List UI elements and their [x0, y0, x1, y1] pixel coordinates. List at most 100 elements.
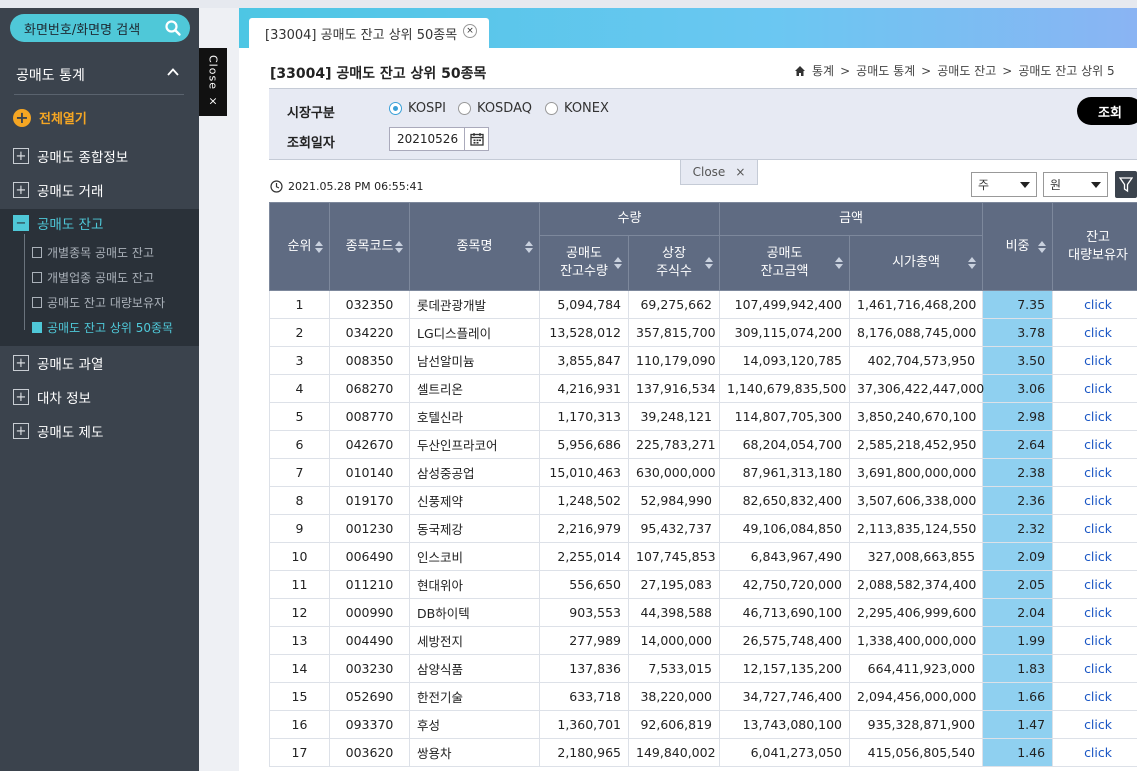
holder-link[interactable]: click	[1052, 402, 1137, 431]
cell-qty: 1,170,313	[539, 402, 629, 431]
sidebar-close-tab[interactable]: Close ×	[199, 48, 227, 116]
timestamp-text: 2021.05.28 PM 06:55:41	[288, 180, 424, 193]
radio-konex[interactable]: KONEX	[545, 101, 609, 116]
breadcrumb-item[interactable]: 공매도 잔고 상위 5	[1018, 62, 1114, 79]
holder-link[interactable]: click	[1052, 738, 1137, 767]
submenu-item-sector-balance[interactable]: 개별업종 공매도 잔고	[32, 265, 154, 289]
holder-link[interactable]: click	[1052, 710, 1137, 739]
expand-all-button[interactable]: + 전체열기	[13, 108, 87, 127]
search-icon[interactable]	[163, 18, 183, 38]
holder-link[interactable]: click	[1052, 514, 1137, 543]
cell-rank: 11	[269, 570, 330, 599]
holder-link[interactable]: click	[1052, 654, 1137, 683]
header-code[interactable]: 종목코드	[329, 202, 410, 291]
holder-link[interactable]: click	[1052, 318, 1137, 347]
breadcrumb-separator: >	[840, 63, 851, 78]
cell-name: 한전기술	[409, 682, 540, 711]
holder-link[interactable]: click	[1052, 346, 1137, 375]
holder-link[interactable]: click	[1052, 598, 1137, 627]
filter-icon	[1119, 176, 1133, 192]
expand-all-label: 전체열기	[39, 112, 87, 127]
tab-33004[interactable]: [33004] 공매도 잔고 상위 50종목	[249, 18, 489, 48]
cell-amt: 82,650,832,400	[719, 486, 851, 515]
tree-line	[24, 234, 25, 330]
holder-link[interactable]: click	[1052, 486, 1137, 515]
unit-select[interactable]: 원	[1043, 172, 1108, 197]
header-market-cap[interactable]: 시가총액	[849, 235, 984, 291]
submenu-item-large-holders[interactable]: 공매도 잔고 대량보유자	[32, 290, 165, 314]
holder-link[interactable]: click	[1052, 682, 1137, 711]
cell-qty: 1,360,701	[539, 710, 629, 739]
header-name[interactable]: 종목명	[409, 202, 540, 291]
cell-cap: 415,056,805,540	[849, 738, 984, 767]
header-short-qty[interactable]: 공매도 잔고수량	[539, 235, 629, 291]
cell-amt: 42,750,720,000	[719, 570, 851, 599]
radio-kosdaq[interactable]: KOSDAQ	[458, 101, 532, 116]
cell-shares: 95,432,737	[627, 514, 721, 543]
menu-item-overheat[interactable]: + 공매도 과열	[0, 348, 199, 378]
cell-code: 000990	[329, 598, 410, 627]
cell-code: 019170	[329, 486, 410, 515]
header-ratio[interactable]: 비중	[982, 202, 1054, 291]
header-short-amount[interactable]: 공매도 잔고금액	[719, 235, 851, 291]
filter-button[interactable]	[1115, 171, 1137, 198]
cell-code: 003620	[329, 738, 410, 767]
query-button[interactable]: 조회	[1077, 97, 1137, 125]
cell-rank: 17	[269, 738, 330, 767]
table-row: 10 006490 인스코비 2,255,014 107,745,853 6,843,96…	[269, 542, 1137, 571]
menu-label: 대차 정보	[37, 391, 91, 407]
breadcrumb-item[interactable]: 공매도 잔고	[937, 62, 996, 79]
cell-rank: 3	[269, 346, 330, 375]
cell-shares: 27,195,083	[627, 570, 721, 599]
breadcrumb-item[interactable]: 통계	[812, 62, 834, 79]
holder-link[interactable]: click	[1052, 626, 1137, 655]
header-listed-shares[interactable]: 상장 주식수	[627, 235, 721, 291]
cell-ratio: 1.46	[982, 738, 1054, 767]
submenu-item-stock-balance[interactable]: 개별종목 공매도 잔고	[32, 240, 154, 264]
cell-rank: 13	[269, 626, 330, 655]
header-rank[interactable]: 순위	[269, 202, 330, 291]
menu-item-balance[interactable]: − 공매도 잔고	[0, 209, 199, 237]
radio-kospi[interactable]: KOSPI	[389, 101, 446, 116]
tab-close-icon[interactable]: ×	[463, 24, 477, 38]
cell-rank: 8	[269, 486, 330, 515]
screen-search-input[interactable]: 화면번호/화면명 검색	[10, 14, 190, 42]
holder-link[interactable]: click	[1052, 290, 1137, 319]
cell-name: 롯데관광개발	[409, 290, 540, 319]
breadcrumb-item[interactable]: 공매도 통계	[856, 62, 915, 79]
chevron-up-icon[interactable]	[166, 65, 180, 79]
period-select[interactable]: 주	[971, 172, 1037, 197]
search-placeholder: 화면번호/화면명 검색	[24, 22, 141, 38]
main-content: [33004] 공매도 잔고 상위 50종목 통계 > 공매도 통계 > 공매도…	[239, 48, 1137, 771]
cell-cap: 2,295,406,999,600	[849, 598, 984, 627]
cell-amt: 13,743,080,100	[719, 710, 851, 739]
menu-label: 공매도 제도	[37, 425, 104, 441]
date-label: 조회일자	[287, 136, 335, 151]
cell-code: 011210	[329, 570, 410, 599]
holder-link[interactable]: click	[1052, 430, 1137, 459]
cell-shares: 38,220,000	[627, 682, 721, 711]
minus-box-icon: −	[13, 215, 29, 231]
tab-label: [33004] 공매도 잔고 상위 50종목	[265, 27, 458, 43]
holder-link[interactable]: click	[1052, 542, 1137, 571]
section-title: 공매도 통계	[16, 68, 85, 84]
cell-rank: 1	[269, 290, 330, 319]
menu-item-lending[interactable]: + 대차 정보	[0, 382, 199, 412]
menu-item-rules[interactable]: + 공매도 제도	[0, 416, 199, 446]
filter-close-button[interactable]: Close ×	[680, 160, 758, 185]
cell-name: 삼성중공업	[409, 458, 540, 487]
header-label: 상장 주식수	[656, 246, 692, 279]
menu-item-summary[interactable]: + 공매도 종합정보	[0, 141, 199, 171]
table-row: 2 034220 LG디스플레이 13,528,012 357,815,700 309,1…	[269, 318, 1137, 347]
holder-link[interactable]: click	[1052, 570, 1137, 599]
submenu-label: 공매도 잔고 대량보유자	[47, 295, 166, 310]
sort-icon	[1038, 240, 1047, 253]
date-input[interactable]: 20210526	[389, 127, 465, 151]
holder-link[interactable]: click	[1052, 458, 1137, 487]
submenu-item-top50[interactable]: 공매도 잔고 상위 50종목	[32, 315, 173, 339]
holder-link[interactable]: click	[1052, 374, 1137, 403]
calendar-button[interactable]	[465, 127, 489, 151]
cell-name: 셀트리온	[409, 374, 540, 403]
menu-item-trading[interactable]: + 공매도 거래	[0, 175, 199, 205]
home-icon[interactable]	[794, 65, 806, 77]
